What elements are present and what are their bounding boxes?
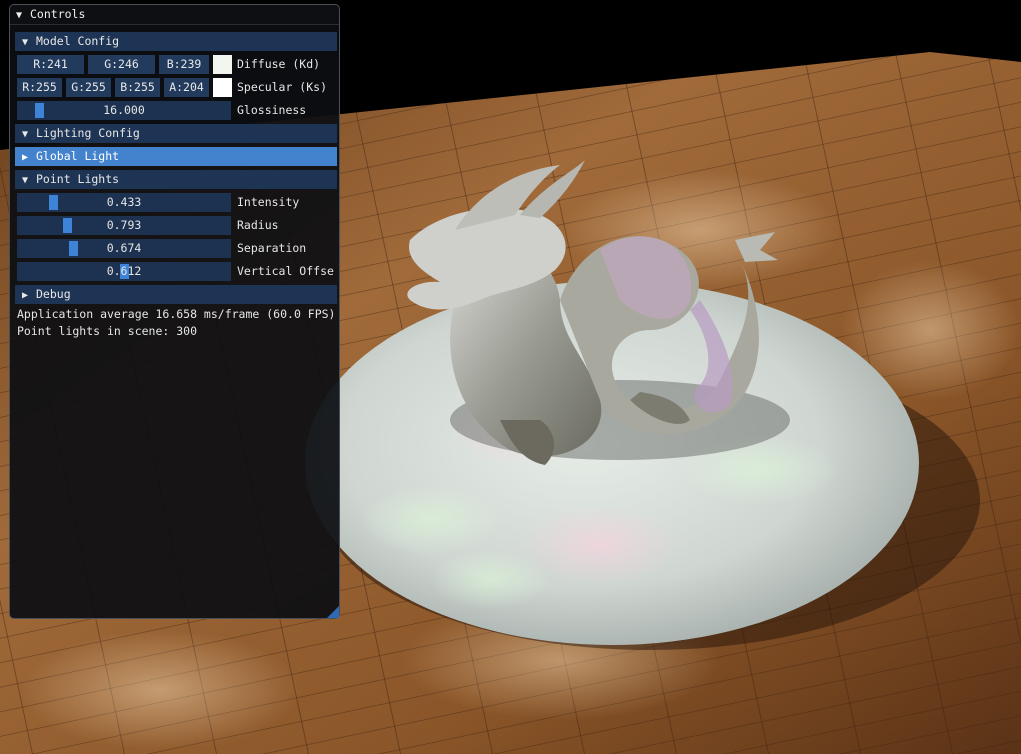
radius-label: Radius	[237, 218, 279, 232]
slider-grab-handle[interactable]	[69, 241, 79, 256]
header-model-config[interactable]: ▼ Model Config	[15, 32, 337, 51]
collapse-triangle-icon[interactable]: ▼	[16, 6, 30, 25]
specular-a-field[interactable]: A:204	[164, 78, 209, 97]
specular-b-field[interactable]: B:255	[115, 78, 160, 97]
specular-g-field[interactable]: G:255	[66, 78, 111, 97]
specular-r-field[interactable]: R:255	[17, 78, 62, 97]
glossiness-label: Glossiness	[237, 103, 307, 117]
header-label: Lighting Config	[36, 126, 140, 140]
window-titlebar[interactable]: ▼ Controls	[10, 5, 339, 25]
slider-value: 0.433	[106, 195, 142, 209]
resize-grip-icon[interactable]	[327, 606, 339, 618]
slider-value: 0.793	[106, 218, 142, 232]
point-lights-count-text: Point lights in scene: 300	[17, 324, 198, 338]
specular-label: Specular (Ks)	[237, 80, 328, 94]
window-title: Controls	[30, 7, 86, 21]
header-debug[interactable]: ▶ Debug	[15, 285, 337, 304]
header-label: Global Light	[36, 149, 120, 163]
expanded-arrow-icon: ▼	[22, 175, 29, 186]
header-point-lights[interactable]: ▼ Point Lights	[15, 170, 337, 189]
expanded-arrow-icon: ▼	[22, 37, 29, 48]
controls-window[interactable]: ▼ Controls ▼ Model Config R:241 G:246 B:23…	[9, 4, 340, 619]
collapsed-arrow-icon: ▶	[22, 152, 29, 163]
slider-grab-handle[interactable]	[35, 103, 45, 118]
separation-label: Separation	[237, 241, 307, 255]
slider-value: 0.674	[106, 241, 142, 255]
slider-value: 16.000	[103, 103, 145, 117]
intensity-label: Intensity	[237, 195, 300, 209]
radius-slider[interactable]: 0.793	[17, 216, 231, 235]
slider-value: 0.612	[106, 264, 142, 278]
header-label: Point Lights	[36, 172, 120, 186]
fps-text: Application average 16.658 ms/frame (60.…	[17, 307, 336, 321]
header-lighting-config[interactable]: ▼ Lighting Config	[15, 124, 337, 143]
diffuse-b-field[interactable]: B:239	[159, 55, 209, 74]
slider-grab-handle[interactable]	[49, 195, 59, 210]
slider-grab-handle[interactable]	[63, 218, 73, 233]
diffuse-color-swatch[interactable]	[213, 55, 232, 74]
header-label: Debug	[36, 287, 71, 301]
expanded-arrow-icon: ▼	[22, 129, 29, 140]
diffuse-g-field[interactable]: G:246	[88, 55, 155, 74]
header-label: Model Config	[36, 34, 120, 48]
specular-color-swatch[interactable]	[213, 78, 232, 97]
diffuse-label: Diffuse (Kd)	[237, 57, 321, 71]
intensity-slider[interactable]: 0.433	[17, 193, 231, 212]
collapsed-arrow-icon: ▶	[22, 290, 29, 301]
vertical-offset-label: Vertical Offse	[237, 264, 334, 278]
diffuse-r-field[interactable]: R:241	[17, 55, 84, 74]
header-global-light[interactable]: ▶ Global Light	[15, 147, 337, 166]
glossiness-slider[interactable]: 16.000	[17, 101, 231, 120]
vertical-offset-slider[interactable]: 0.612	[17, 262, 231, 281]
separation-slider[interactable]: 0.674	[17, 239, 231, 258]
